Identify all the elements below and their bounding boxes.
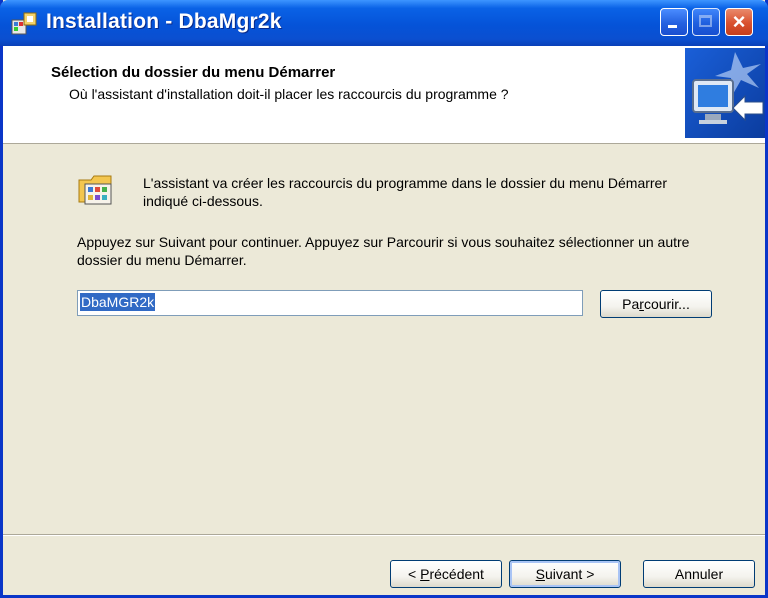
back-label-post: récédent xyxy=(429,566,484,582)
wizard-header: Sélection du dossier du menu Démarrer Où… xyxy=(3,46,765,144)
installer-window: Installation - DbaMgr2k × Sélection du d… xyxy=(0,0,768,598)
cancel-button[interactable]: Annuler xyxy=(643,560,755,588)
next-button[interactable]: Suivant > xyxy=(509,560,621,588)
close-icon: × xyxy=(732,9,746,34)
minimize-icon xyxy=(668,25,677,28)
maximize-button[interactable] xyxy=(692,8,720,36)
start-menu-folder-input[interactable]: DbaMGR2k xyxy=(77,290,583,316)
back-label-pre: < xyxy=(408,566,421,582)
browse-label-pre: Pa xyxy=(622,296,640,312)
installer-app-icon xyxy=(11,12,37,35)
wizard-content: L'assistant va créer les raccourcis du p… xyxy=(3,144,765,534)
page-title: Sélection du dossier du menu Démarrer xyxy=(51,64,336,81)
instruction-text: Appuyez sur Suivant pour continuer. Appu… xyxy=(77,234,690,268)
close-button[interactable]: × xyxy=(725,8,753,36)
title-bar[interactable]: Installation - DbaMgr2k × xyxy=(0,0,768,46)
computer-setup-icon xyxy=(685,48,765,138)
window-title: Installation - DbaMgr2k xyxy=(46,10,282,33)
program-folder-icon xyxy=(78,175,112,205)
info-text: L'assistant va créer les raccourcis du p… xyxy=(143,175,668,209)
footer-separator xyxy=(3,534,765,536)
browse-button[interactable]: Parcourir... xyxy=(600,290,712,318)
back-button[interactable]: < Précédent xyxy=(390,560,502,588)
browse-label-post: courir... xyxy=(643,296,690,312)
next-label-post: uivant > xyxy=(544,566,595,582)
folder-input-value: DbaMGR2k xyxy=(80,293,156,311)
page-subtitle: Où l'assistant d'installation doit-il pl… xyxy=(69,86,509,102)
next-label-accel: S xyxy=(535,566,545,582)
maximize-icon xyxy=(699,15,712,27)
minimize-button[interactable] xyxy=(660,8,688,36)
